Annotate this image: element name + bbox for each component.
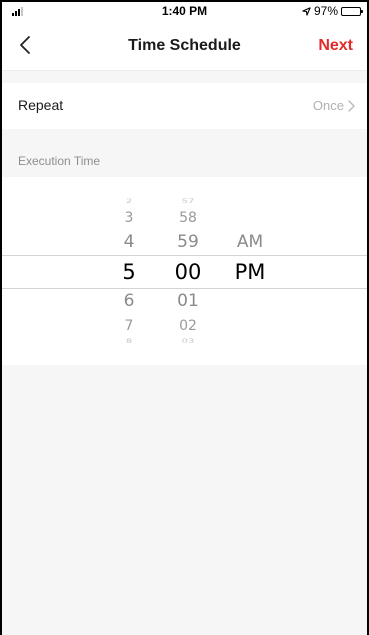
picker-minute-item[interactable]: 03 bbox=[165, 339, 211, 345]
picker-minute-item[interactable]: 01 bbox=[165, 293, 211, 310]
status-right: 97% bbox=[302, 4, 363, 18]
picker-hour-item[interactable]: 2 bbox=[110, 199, 148, 205]
picker-minute-item[interactable]: 02 bbox=[165, 319, 211, 333]
picker-hour-item[interactable]: 4 bbox=[110, 234, 148, 251]
location-arrow-icon bbox=[302, 6, 311, 16]
phone-screen: 1:40 PM 97% Time Schedule Next Repeat On… bbox=[0, 0, 369, 635]
repeat-value-text: Once bbox=[312, 98, 344, 113]
execution-time-header: Execution Time bbox=[18, 154, 101, 168]
status-bar: 1:40 PM 97% bbox=[2, 2, 367, 20]
hour-column[interactable]: 2 3 4 5 6 7 8 bbox=[110, 177, 148, 365]
picker-minute-selected[interactable]: 00 bbox=[165, 262, 211, 283]
picker-period-item[interactable]: AM bbox=[228, 234, 272, 251]
time-picker[interactable]: 2 3 4 5 6 7 8 57 58 59 00 01 02 03 AM PM bbox=[2, 177, 367, 365]
picker-hour-selected[interactable]: 5 bbox=[110, 262, 148, 283]
nav-bar: Time Schedule Next bbox=[2, 20, 367, 71]
picker-period-selected[interactable]: PM bbox=[228, 262, 272, 283]
picker-hour-item[interactable]: 3 bbox=[110, 211, 148, 225]
minute-column[interactable]: 57 58 59 00 01 02 03 bbox=[165, 177, 211, 365]
picker-minute-item[interactable]: 58 bbox=[165, 211, 211, 225]
picker-hour-item[interactable]: 8 bbox=[110, 339, 148, 345]
page-title: Time Schedule bbox=[128, 37, 241, 54]
picker-minute-item[interactable]: 59 bbox=[165, 234, 211, 251]
picker-minute-item[interactable]: 57 bbox=[165, 199, 211, 205]
picker-hour-item[interactable]: 6 bbox=[110, 293, 148, 310]
repeat-row[interactable]: Repeat Once bbox=[2, 83, 367, 129]
repeat-value: Once bbox=[313, 98, 355, 113]
picker-hour-item[interactable]: 7 bbox=[110, 319, 148, 333]
next-button[interactable]: Next bbox=[318, 37, 353, 55]
chevron-right-icon bbox=[348, 99, 355, 112]
repeat-label: Repeat bbox=[18, 97, 64, 113]
battery-percent: 97% bbox=[313, 4, 338, 18]
battery-icon bbox=[341, 6, 363, 16]
period-column[interactable]: AM PM bbox=[228, 177, 272, 365]
